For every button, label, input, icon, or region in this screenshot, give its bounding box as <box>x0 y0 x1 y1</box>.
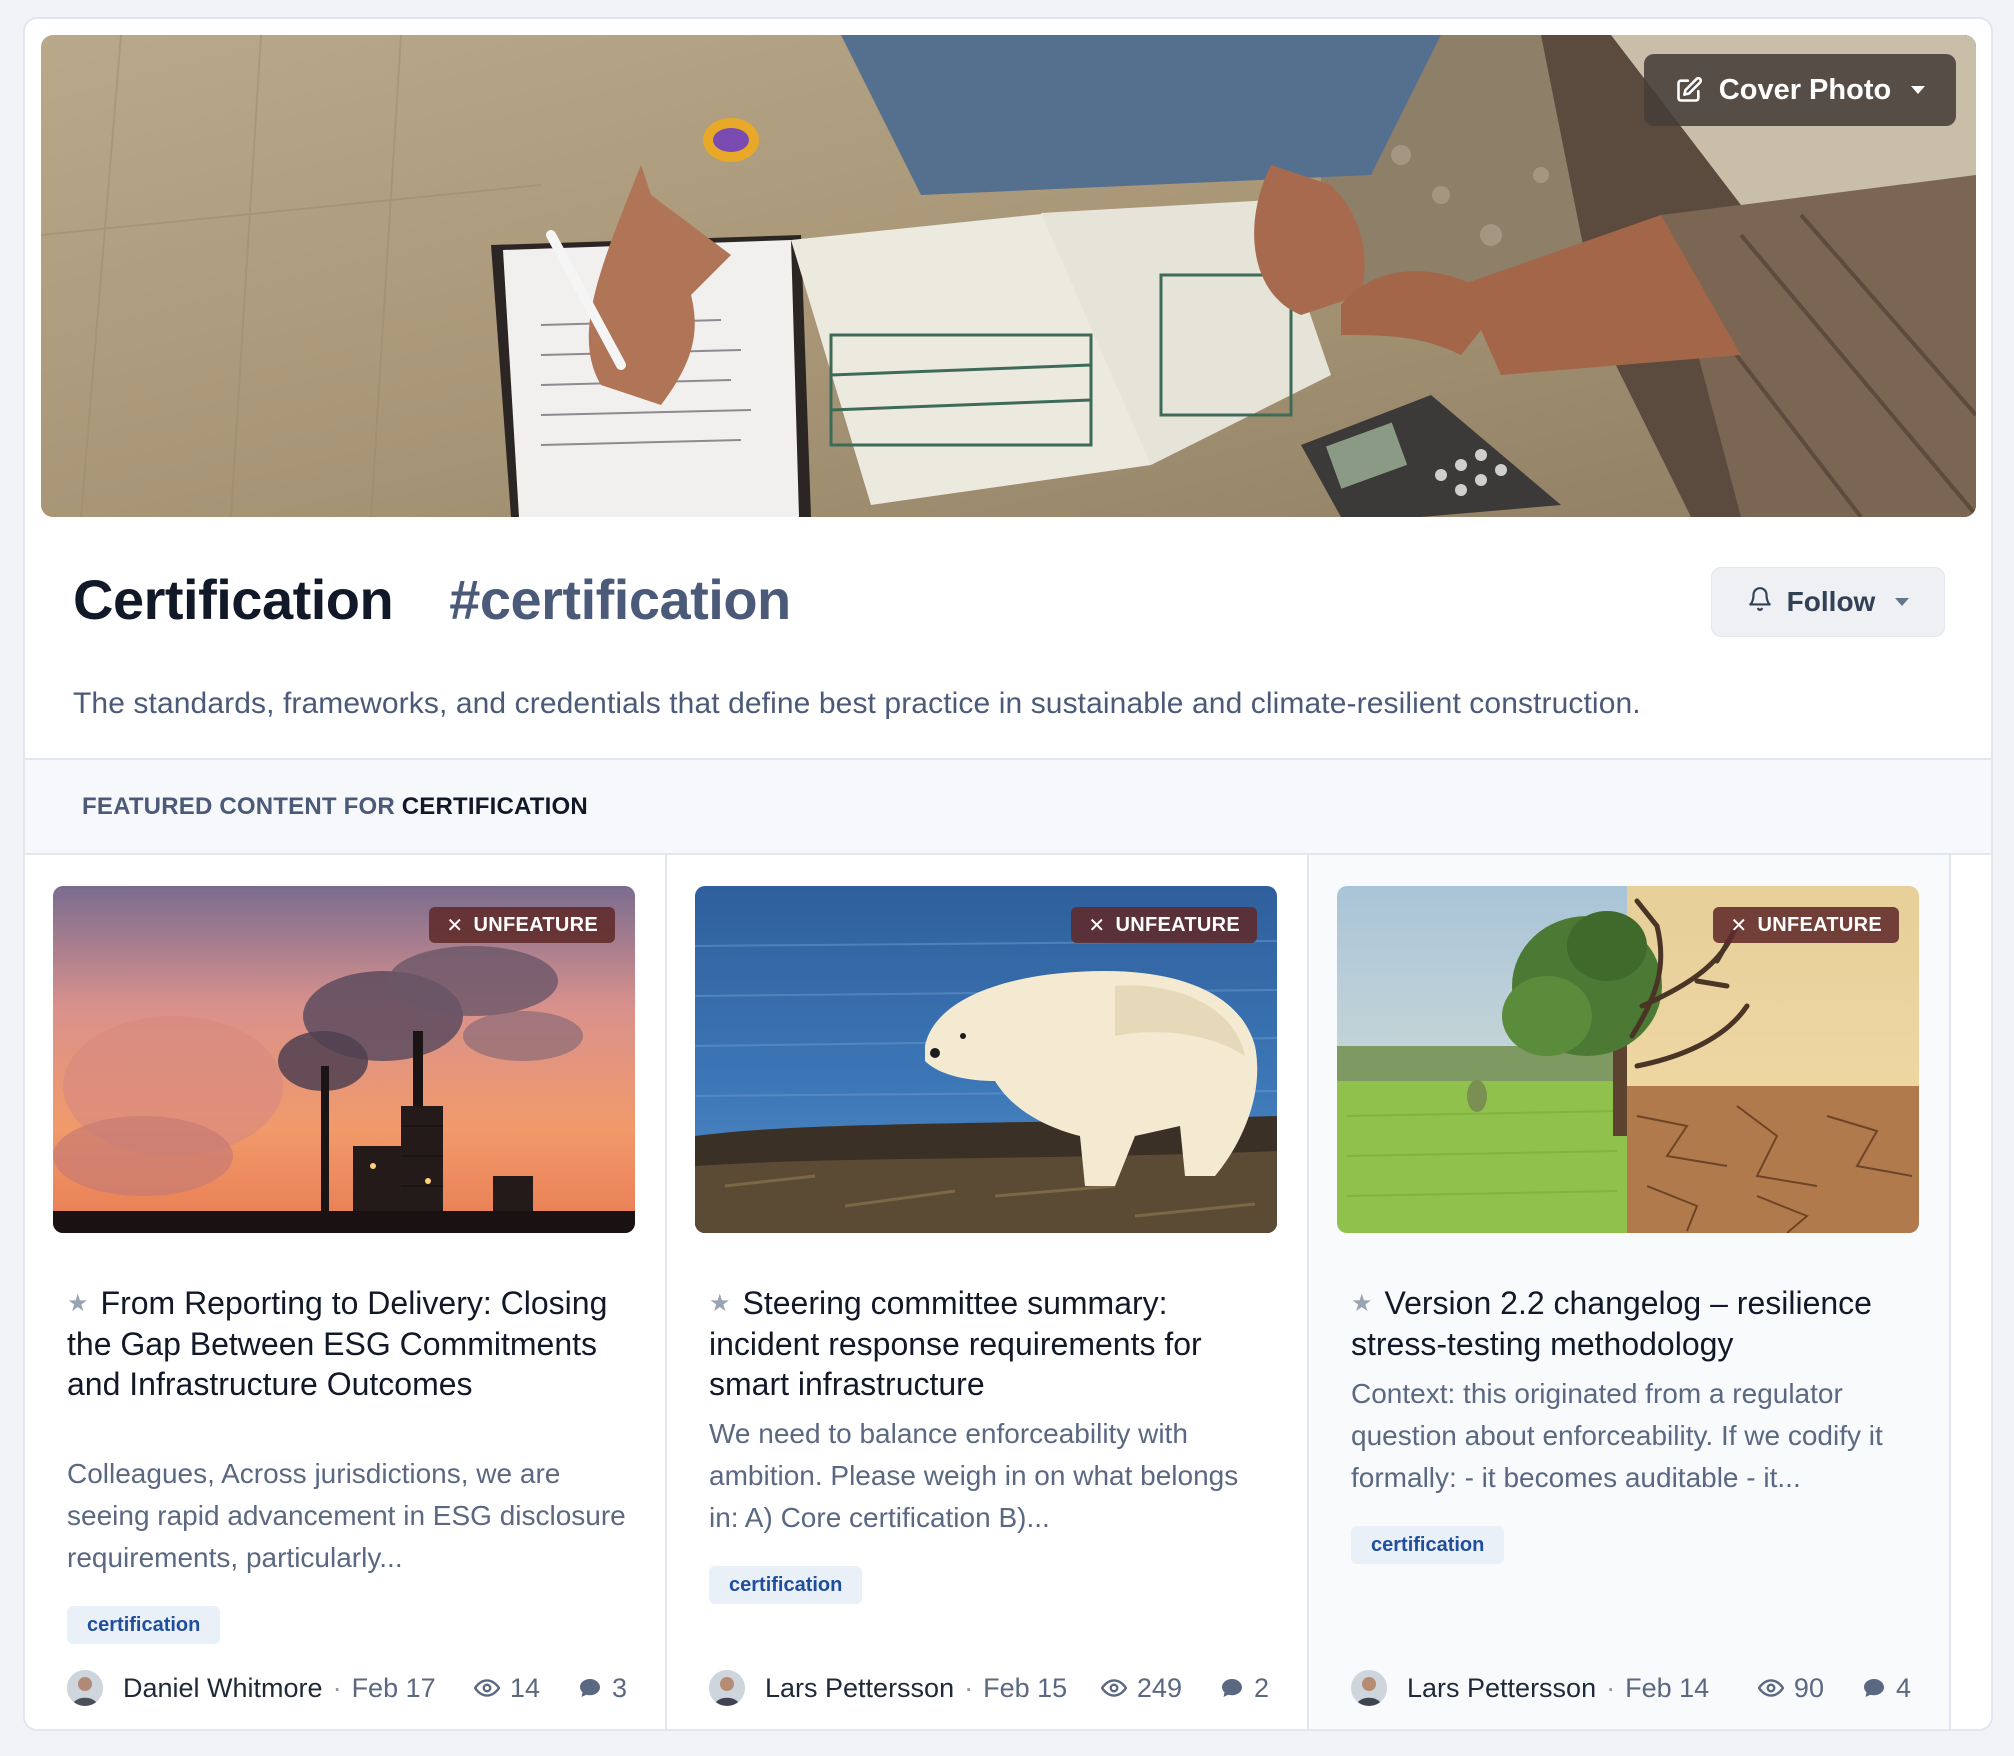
star-icon: ★ <box>1351 1290 1373 1317</box>
featured-card[interactable]: ✕ UNFEATURE ★ Version 2.2 changelog – res… <box>1309 855 1951 1729</box>
unfeature-button[interactable]: ✕ UNFEATURE <box>429 907 615 943</box>
featured-label: FEATURED CONTENT FOR CERTIFICATION <box>82 793 588 821</box>
featured-card[interactable]: ✕ UNFEATURE ★ Steering committee summary:… <box>667 855 1309 1729</box>
close-icon: ✕ <box>446 914 464 937</box>
page-title: Certification <box>73 568 394 631</box>
eye-icon <box>1757 1675 1784 1701</box>
post-date: Feb 15 <box>983 1672 1068 1703</box>
card-meta: Lars Pettersson · Feb 14 90 4 <box>1351 1668 1911 1708</box>
card-title-text: From Reporting to Delivery: Closing the … <box>67 1285 608 1402</box>
card-stats: 90 4 <box>1757 1672 1911 1704</box>
card-title-text: Version 2.2 changelog – resilience stres… <box>1351 1285 1872 1362</box>
follow-button[interactable]: Follow <box>1711 567 1945 637</box>
edit-icon <box>1675 76 1703 104</box>
comments-count: 4 <box>1862 1673 1911 1704</box>
cover-photo-button[interactable]: Cover Photo <box>1644 54 1956 126</box>
views-count: 249 <box>1100 1672 1182 1704</box>
bell-icon <box>1747 586 1773 619</box>
card-excerpt: We need to balance enforceability with a… <box>709 1418 1239 1533</box>
separator-dot: · <box>964 1672 974 1703</box>
author-name[interactable]: Lars Pettersson <box>765 1673 954 1704</box>
avatar[interactable] <box>1351 1670 1387 1706</box>
card-title-text: Steering committee summary: incident res… <box>709 1285 1202 1402</box>
star-icon: ★ <box>67 1290 89 1317</box>
separator-dot: · <box>1606 1672 1616 1703</box>
separator-dot: · <box>332 1672 342 1703</box>
comment-icon <box>1220 1676 1244 1700</box>
comment-icon <box>1862 1676 1886 1700</box>
post-date: Feb 14 <box>1625 1672 1710 1703</box>
topic-panel: Cover Photo Certification #certification… <box>23 17 1993 1731</box>
comments-value: 4 <box>1895 1672 1911 1703</box>
avatar[interactable] <box>67 1670 103 1706</box>
views-value: 14 <box>509 1672 540 1703</box>
avatar[interactable] <box>709 1670 745 1706</box>
author-name[interactable]: Lars Pettersson <box>1407 1673 1596 1704</box>
card-meta: Daniel Whitmore · Feb 17 14 3 <box>67 1668 627 1708</box>
cover-image: Cover Photo <box>41 35 1976 517</box>
featured-label-prefix: FEATURED CONTENT FOR <box>82 793 402 820</box>
card-title[interactable]: ★ From Reporting to Delivery: Closing the… <box>67 1283 627 1404</box>
star-icon: ★ <box>709 1290 731 1317</box>
topic-hashtag: #certification <box>449 568 791 631</box>
featured-cards: ✕ UNFEATURE ★ From Reporting to Delivery:… <box>25 855 1991 1729</box>
follow-label: Follow <box>1786 586 1876 617</box>
topic-header: Certification #certification <box>73 567 791 632</box>
topic-description: The standards, frameworks, and credentia… <box>73 687 1641 720</box>
unfeature-label: UNFEATURE <box>1115 913 1240 936</box>
card-stats: 14 3 <box>473 1672 627 1704</box>
views-count: 14 <box>473 1672 540 1704</box>
tag-badge[interactable]: certification <box>709 1566 863 1604</box>
card-excerpt: Context: this originated from a regulato… <box>1351 1378 1883 1493</box>
close-icon: ✕ <box>1088 914 1106 937</box>
close-icon: ✕ <box>1730 914 1748 937</box>
chevron-down-icon <box>1911 86 1926 94</box>
views-count: 90 <box>1757 1672 1824 1704</box>
card-stats: 249 2 <box>1100 1672 1269 1704</box>
unfeature-label: UNFEATURE <box>473 913 598 936</box>
eye-icon <box>473 1675 500 1701</box>
featured-label-topic: CERTIFICATION <box>401 793 588 820</box>
card-image[interactable]: ✕ UNFEATURE <box>695 886 1277 1233</box>
tag-badge[interactable]: certification <box>1351 1526 1505 1564</box>
chevron-down-icon <box>1895 598 1910 606</box>
comments-count: 2 <box>1220 1673 1269 1704</box>
cover-photo-label: Cover Photo <box>1718 73 1892 106</box>
post-date: Feb 17 <box>351 1672 436 1703</box>
tag-badge[interactable]: certification <box>67 1606 221 1644</box>
author-name[interactable]: Daniel Whitmore <box>123 1673 323 1704</box>
unfeature-label: UNFEATURE <box>1757 913 1882 936</box>
comments-count: 3 <box>578 1673 627 1704</box>
card-excerpt: Colleagues, Across jurisdictions, we are… <box>67 1458 626 1573</box>
unfeature-button[interactable]: ✕ UNFEATURE <box>1071 907 1257 943</box>
card-meta: Lars Pettersson · Feb 15 249 2 <box>709 1668 1269 1708</box>
card-title[interactable]: ★ Version 2.2 changelog – resilience stre… <box>1351 1283 1911 1364</box>
eye-icon <box>1100 1675 1127 1701</box>
card-title[interactable]: ★ Steering committee summary: incident re… <box>709 1283 1269 1404</box>
comments-value: 3 <box>611 1672 627 1703</box>
featured-card[interactable]: ✕ UNFEATURE ★ From Reporting to Delivery:… <box>25 855 667 1729</box>
views-value: 249 <box>1136 1672 1182 1703</box>
comments-value: 2 <box>1253 1672 1269 1703</box>
unfeature-button[interactable]: ✕ UNFEATURE <box>1713 907 1899 943</box>
views-value: 90 <box>1793 1672 1824 1703</box>
comment-icon <box>578 1676 602 1700</box>
card-image[interactable]: ✕ UNFEATURE <box>1337 886 1919 1233</box>
card-image[interactable]: ✕ UNFEATURE <box>53 886 635 1233</box>
